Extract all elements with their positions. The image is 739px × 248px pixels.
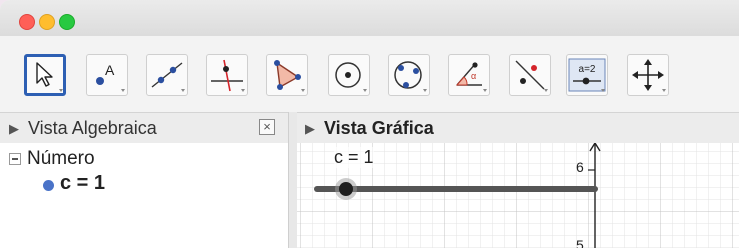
- slider-handle[interactable]: [339, 182, 353, 196]
- algebra-view: Número c = 1: [0, 143, 288, 248]
- angle-tool-button[interactable]: α: [448, 54, 490, 96]
- polygon-tool-button[interactable]: [266, 54, 308, 96]
- algebra-view-toggle-icon[interactable]: ▶: [9, 121, 19, 137]
- circle-three-points-icon: [394, 61, 427, 92]
- graphics-view[interactable]: c = 1 6 5: [297, 143, 739, 248]
- reflect-tool-button[interactable]: [509, 54, 551, 96]
- reflect-about-line-icon: [515, 60, 548, 92]
- circle-three-points-tool-button[interactable]: [388, 54, 430, 96]
- polygon-icon: [274, 60, 305, 92]
- algebra-item[interactable]: c = 1: [60, 172, 105, 195]
- line-through-points-icon: [151, 62, 185, 92]
- y-tick-label: 5: [576, 237, 584, 248]
- graphics-view-toggle-icon[interactable]: ▶: [305, 121, 315, 137]
- circle-center-point-icon: [335, 62, 367, 92]
- cursor-arrow-icon: [36, 62, 63, 92]
- circle-tool-button[interactable]: [328, 54, 370, 96]
- title-bar: [0, 0, 739, 36]
- svg-text:α: α: [471, 71, 476, 81]
- collapse-group-icon[interactable]: [9, 153, 21, 165]
- close-algebra-view-icon[interactable]: ×: [259, 119, 275, 135]
- toolbar: A α a=2: [0, 36, 739, 112]
- perpendicular-line-tool-button[interactable]: [206, 54, 248, 96]
- slider-icon: a=2: [568, 58, 606, 92]
- point-icon: A: [96, 62, 125, 92]
- svg-text:a=2: a=2: [579, 64, 596, 75]
- move-tool-button[interactable]: [24, 54, 66, 96]
- zoom-window-button[interactable]: [59, 14, 75, 30]
- view-header-bar: ▶ Vista Algebraica × ▶ Vista Gráfica: [0, 112, 739, 144]
- move-graphics-view-icon: [632, 59, 666, 92]
- graphics-view-title: Vista Gráfica: [324, 118, 434, 138]
- line-tool-button[interactable]: [146, 54, 188, 96]
- perpendicular-line-icon: [211, 59, 245, 92]
- angle-icon: α: [455, 62, 487, 92]
- close-window-button[interactable]: [19, 14, 35, 30]
- svg-text:A: A: [105, 62, 115, 78]
- slider-label[interactable]: c = 1: [334, 147, 374, 168]
- y-tick-label: 6: [576, 159, 584, 175]
- visibility-toggle-icon[interactable]: [43, 180, 54, 191]
- move-view-tool-button[interactable]: [627, 54, 669, 96]
- slider-tool-button[interactable]: a=2: [566, 54, 608, 96]
- geogebra-window: A α a=2 ▶ Vista Algebraica × ▶ Vista Grá…: [0, 0, 739, 248]
- pane-divider[interactable]: [288, 112, 297, 248]
- group-label: Número: [27, 148, 95, 169]
- point-tool-button[interactable]: A: [86, 54, 128, 96]
- algebra-view-title: Vista Algebraica: [28, 118, 157, 138]
- minimize-window-button[interactable]: [39, 14, 55, 30]
